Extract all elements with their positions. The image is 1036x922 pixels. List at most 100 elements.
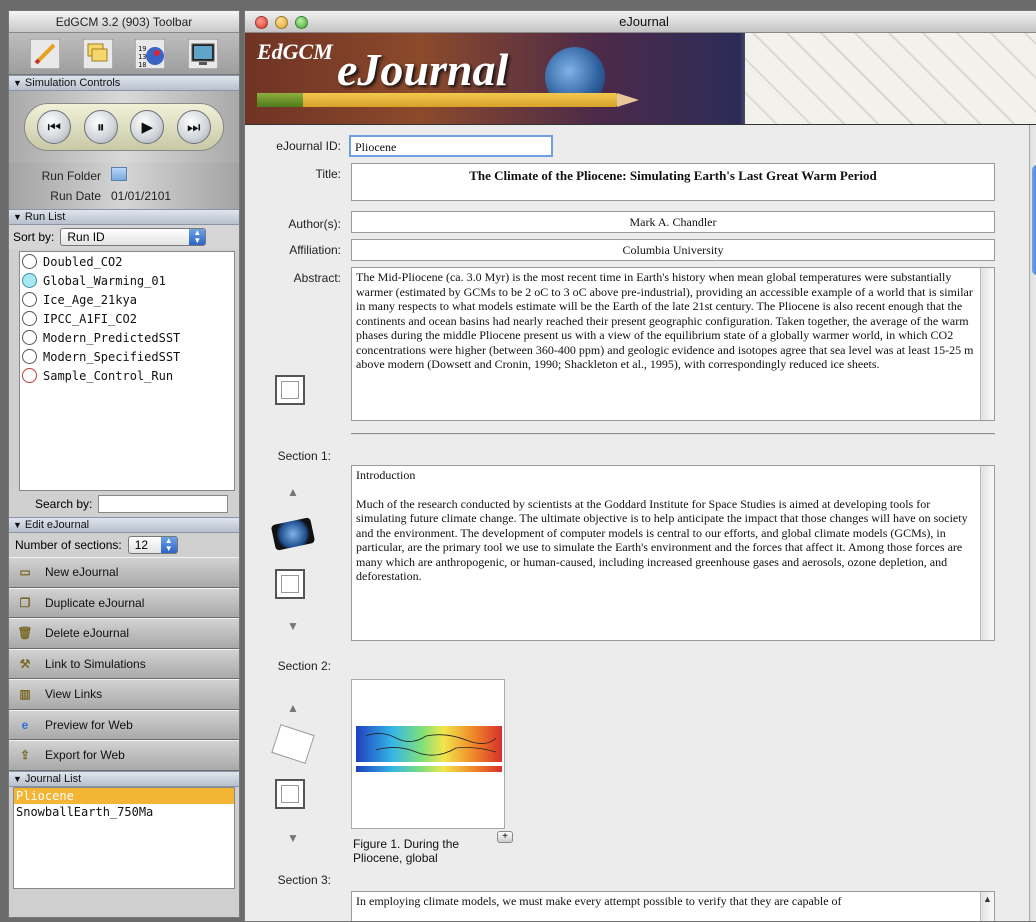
run-list-item[interactable]: Modern_PredictedSST <box>20 328 234 347</box>
sim-controls-header[interactable]: ▼ Simulation Controls <box>9 75 239 91</box>
run-list-header[interactable]: ▼ Run List <box>9 209 239 225</box>
run-info: Run Folder Run Date 01/01/2101 <box>9 163 239 209</box>
document-thumbnail-icon[interactable] <box>271 724 315 764</box>
monitor-icon[interactable] <box>186 37 220 71</box>
window-scrollbar[interactable] <box>1029 125 1036 921</box>
section2-label: Section 2: <box>277 659 331 673</box>
figure-caption: Figure 1. During the Pliocene, global <box>353 837 460 865</box>
rewind-button[interactable]: ⏮ <box>37 110 72 144</box>
run-list-item[interactable]: Global_Warming_01 <box>20 271 234 290</box>
abstract-label: Abstract: <box>293 271 341 285</box>
title-input[interactable]: The Climate of the Pliocene: Simulating … <box>351 163 995 201</box>
journal-list: Pliocene SnowballEarth_750Ma <box>13 786 235 889</box>
run-list-item[interactable]: Doubled_CO2 <box>20 252 234 271</box>
run-name: Global_Warming_01 <box>43 273 166 288</box>
ejournal-form: eJournal ID: Pliocene Title: The Climate… <box>245 125 1031 921</box>
journal-list-header[interactable]: ▼ Journal List <box>9 770 239 787</box>
journal-list-item[interactable]: SnowballEarth_750Ma <box>14 804 234 820</box>
link-tools-icon: ⚒ <box>19 656 31 671</box>
number-of-sections-select[interactable]: 12 ▲ ▼ <box>127 536 178 554</box>
simulation-controls: ⏮ ⏸ ▶ ⏭ <box>9 91 239 163</box>
pause-icon: ⏸ <box>96 118 105 136</box>
run-name: Sample_Control_Run <box>43 368 174 383</box>
radio-icon[interactable] <box>22 349 37 364</box>
action-label: New eJournal <box>45 565 119 580</box>
edit-ejournal-header[interactable]: ▼ Edit eJournal <box>9 517 239 533</box>
radio-icon[interactable] <box>22 311 37 326</box>
view-links-icon: ▥ <box>19 687 31 702</box>
radio-icon[interactable] <box>22 330 37 345</box>
move-down-icon[interactable]: ▼ <box>287 619 299 633</box>
minimize-window-icon[interactable] <box>275 16 288 29</box>
duplicate-ejournal-button[interactable]: ❐ Duplicate eJournal <box>9 587 239 618</box>
journal-list-item[interactable]: Pliocene <box>14 787 234 804</box>
ejournal-id-input[interactable]: Pliocene <box>349 135 553 157</box>
affiliation-input[interactable]: Columbia University <box>351 239 995 261</box>
sort-row: Sort by: Run ID ▲ ▼ <box>9 225 239 249</box>
authors-input[interactable]: Mark A. Chandler <box>351 211 995 233</box>
forward-button[interactable]: ⏭ <box>176 110 211 144</box>
ejournal-id-label: eJournal ID: <box>276 139 341 153</box>
divider <box>351 433 995 435</box>
data-icon[interactable]: 19 13 18 <box>133 37 167 71</box>
run-name: Ice_Age_21kya <box>43 292 137 307</box>
run-list-item[interactable]: Ice_Age_21kya <box>20 290 234 309</box>
abstract-textarea[interactable]: The Mid-Pliocene (ca. 3.0 Myr) is the mo… <box>351 267 995 421</box>
expand-icon[interactable] <box>275 779 305 809</box>
move-down-icon[interactable]: ▼ <box>287 831 299 845</box>
banner-logo-large: eJournal <box>337 44 509 95</box>
window-scroll-thumb[interactable] <box>1032 165 1036 275</box>
action-label: Export for Web <box>45 748 125 763</box>
action-label: View Links <box>45 687 103 702</box>
search-input[interactable] <box>98 495 229 513</box>
globe-thumbnail-icon[interactable] <box>270 517 316 551</box>
preview-for-web-button[interactable]: e Preview for Web <box>9 709 239 740</box>
radio-icon[interactable] <box>22 254 37 269</box>
stack-icon[interactable] <box>81 37 115 71</box>
delete-ejournal-button[interactable]: 🗑 Delete eJournal <box>9 618 239 649</box>
folder-icon[interactable] <box>111 167 127 181</box>
authors-label: Author(s): <box>288 217 341 231</box>
pause-button[interactable]: ⏸ <box>83 110 118 144</box>
run-date-label: Run Date <box>50 189 101 203</box>
run-list-item[interactable]: IPCC_A1FI_CO2 <box>20 309 234 328</box>
sort-by-select[interactable]: Run ID ▲ ▼ <box>60 228 207 246</box>
abstract-scrollbar[interactable] <box>980 268 994 420</box>
disclosure-triangle-icon: ▼ <box>13 773 22 784</box>
new-ejournal-button[interactable]: ▭ New eJournal <box>9 557 239 588</box>
run-date-value: 01/01/2101 <box>111 189 172 203</box>
move-up-icon[interactable]: ▲ <box>287 485 299 499</box>
section3-textarea[interactable]: In employing climate models, we must mak… <box>351 891 995 921</box>
select-arrows-icon: ▲ ▼ <box>189 229 206 245</box>
number-of-sections-label: Number of sections: <box>15 538 122 552</box>
export-icon: ⇪ <box>19 748 31 763</box>
radio-icon[interactable] <box>22 368 37 383</box>
play-button[interactable]: ▶ <box>130 110 165 144</box>
view-links-button[interactable]: ▥ View Links <box>9 679 239 710</box>
radio-icon[interactable] <box>22 292 37 307</box>
section3-scrollbar[interactable]: ▲ <box>980 892 994 921</box>
close-window-icon[interactable] <box>255 16 268 29</box>
search-by-label: Search by: <box>35 497 93 511</box>
radio-icon[interactable] <box>22 273 37 288</box>
run-list-item[interactable]: Modern_SpecifiedSST <box>20 347 234 366</box>
new-journal-icon: ▭ <box>19 565 31 580</box>
expand-icon[interactable] <box>275 375 305 405</box>
title-label: Title: <box>315 167 341 181</box>
section1-scrollbar[interactable] <box>980 466 994 640</box>
link-to-simulations-button[interactable]: ⚒ Link to Simulations <box>9 648 239 679</box>
pencil-icon[interactable] <box>28 37 62 71</box>
svg-text:19: 19 <box>138 45 146 53</box>
figure-box[interactable] <box>351 679 505 829</box>
zoom-window-icon[interactable] <box>295 16 308 29</box>
move-up-icon[interactable]: ▲ <box>287 701 299 715</box>
number-of-sections-row: Number of sections: 12 ▲ ▼ <box>9 533 239 557</box>
export-for-web-button[interactable]: ⇪ Export for Web <box>9 740 239 771</box>
section1-textarea[interactable]: Introduction Much of the research conduc… <box>351 465 995 641</box>
expand-icon[interactable] <box>275 569 305 599</box>
banner-logo-small: EdGCM <box>257 39 333 64</box>
toolbar-icon-row: 19 13 18 <box>9 33 239 75</box>
sort-by-label: Sort by: <box>13 230 55 244</box>
trash-icon: 🗑 <box>17 626 33 641</box>
run-list-item[interactable]: Sample_Control_Run <box>20 366 234 385</box>
